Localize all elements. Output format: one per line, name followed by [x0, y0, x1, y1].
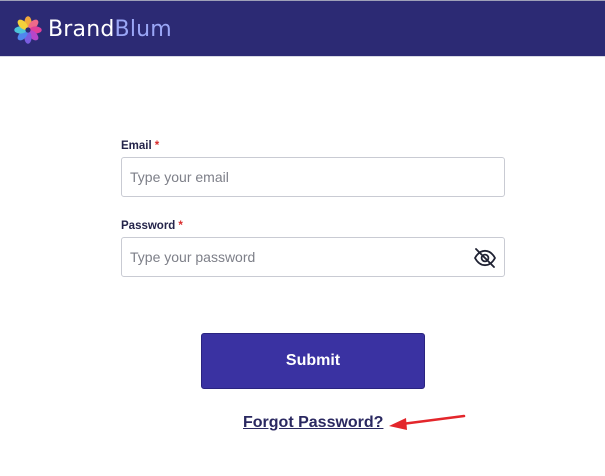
email-field[interactable]	[122, 158, 460, 196]
email-label: Email *	[121, 140, 159, 152]
password-label: Password *	[121, 220, 183, 232]
email-required-mark: *	[154, 140, 160, 152]
top-header-bar: BrandBlum	[0, 0, 605, 57]
submit-button[interactable]: Submit	[201, 333, 425, 389]
password-field-box	[121, 237, 505, 277]
password-label-text: Password	[121, 220, 176, 232]
email-field-box	[121, 157, 505, 197]
brand-logo[interactable]: BrandBlum	[13, 14, 172, 46]
annotation-arrow-icon	[386, 410, 468, 439]
brand-name: BrandBlum	[48, 19, 172, 41]
brand-name-part1: Brand	[48, 17, 115, 42]
flower-petals-icon	[13, 15, 43, 45]
password-required-mark: *	[178, 220, 183, 232]
eye-slash-icon[interactable]	[473, 246, 497, 270]
email-label-text: Email	[121, 140, 152, 152]
password-field[interactable]	[122, 238, 460, 276]
brand-name-part2: Blum	[114, 17, 172, 42]
forgot-password-link[interactable]: Forgot Password?	[243, 414, 383, 432]
login-page: BrandBlum Email* Password* Submit Forgot…	[0, 0, 605, 476]
